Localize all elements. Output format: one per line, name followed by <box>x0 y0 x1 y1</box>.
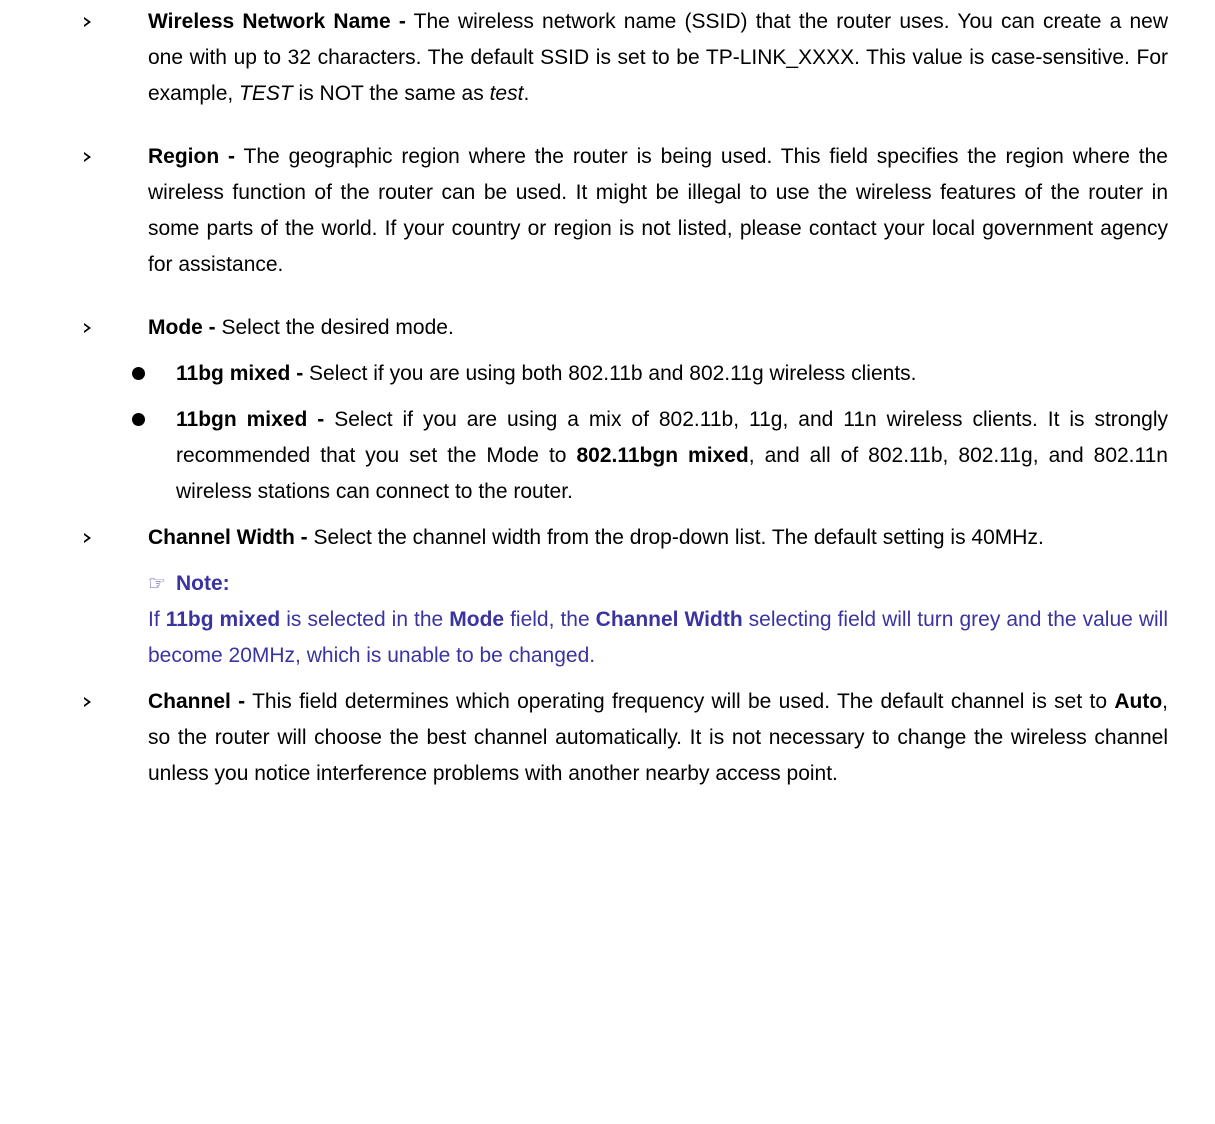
list-item-channel-width: Channel Width - Select the channel width… <box>84 520 1168 556</box>
note-text: If 11bg mixed is selected in the Mode fi… <box>148 608 1168 667</box>
document-page: Wireless Network Name - The wireless net… <box>0 0 1215 1124</box>
note-block: ☞ Note: If 11bg mixed is selected in the … <box>148 566 1168 674</box>
arrow-bullet-icon <box>84 697 91 707</box>
arrow-bullet-icon <box>84 533 91 543</box>
list-item-wireless-network-name: Wireless Network Name - The wireless net… <box>84 4 1168 112</box>
arrow-bullet-icon <box>84 323 91 333</box>
dot-bullet-icon <box>132 367 145 380</box>
list-item-region: Region - The geographic region where the… <box>84 139 1168 283</box>
sub-item-11bgn-mixed: 11bgn mixed - Select if you are using a … <box>132 402 1168 510</box>
dot-bullet-icon <box>132 413 145 426</box>
pointing-hand-icon: ☞ <box>148 573 166 595</box>
arrow-bullet-icon <box>84 17 91 27</box>
term-wireless-network-name: Wireless Network Name - <box>148 10 406 33</box>
note-heading: ☞ Note: <box>148 566 1168 602</box>
term-channel: Channel - <box>148 690 246 713</box>
arrow-bullet-icon <box>84 152 91 162</box>
list-item-channel: Channel - This field determines which op… <box>84 684 1168 792</box>
sub-item-11bg-mixed: 11bg mixed - Select if you are using bot… <box>132 356 1168 392</box>
term-region: Region - <box>148 145 236 168</box>
term-mode: Mode - <box>148 316 216 339</box>
term-channel-width: Channel Width - <box>148 526 308 549</box>
list-item-mode: Mode - Select the desired mode. <box>84 310 1168 346</box>
